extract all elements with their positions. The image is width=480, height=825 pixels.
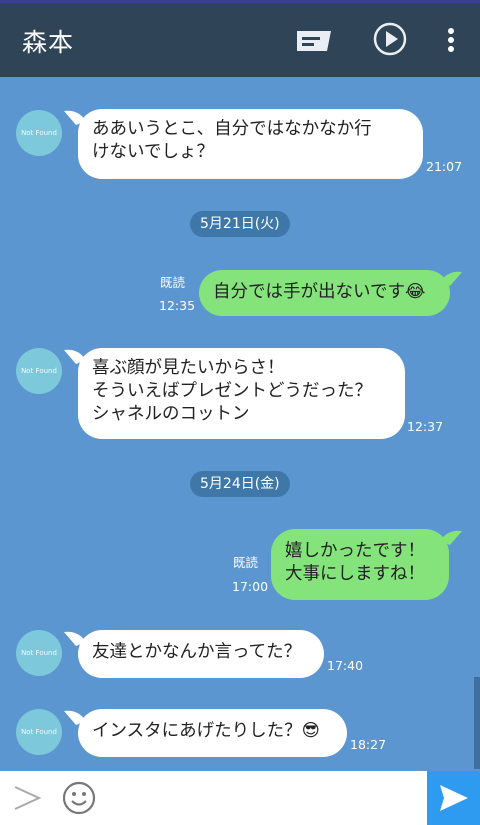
scrollbar[interactable] xyxy=(474,677,480,769)
date-separator: 5月24日(金) xyxy=(190,471,290,497)
input-bar xyxy=(0,771,480,825)
message-bubble[interactable]: 嬉しかったです！ 大事にしますね！ xyxy=(271,529,449,600)
message-time: 12:35 xyxy=(159,298,196,313)
read-receipt: 既読 xyxy=(160,275,186,290)
avatar[interactable]: Not Found xyxy=(16,110,62,156)
message-icon[interactable] xyxy=(296,29,332,57)
message-bubble[interactable]: 友達とかなんか言ってた？ xyxy=(78,630,324,678)
read-receipt: 既読 xyxy=(233,555,259,570)
avatar[interactable]: Not Found xyxy=(16,709,62,755)
message-time: 12:37 xyxy=(407,419,444,434)
chat-area[interactable]: Not Found ああいうとこ、自分ではなかなか行 けないでしょ？ 21:07… xyxy=(0,77,480,771)
emoji-icon[interactable] xyxy=(62,781,96,819)
chat-header: 森本 xyxy=(0,3,480,77)
bubble-tail xyxy=(440,530,462,545)
expand-icon[interactable] xyxy=(12,784,42,816)
send-icon xyxy=(438,783,470,817)
message-time: 17:00 xyxy=(232,579,269,594)
more-vert-icon[interactable] xyxy=(446,27,456,59)
message-bubble[interactable]: 喜ぶ顔が見たいからさ！ そういえばプレゼントどうだった？ シャネルのコットン xyxy=(78,348,405,439)
avatar[interactable]: Not Found xyxy=(16,348,62,394)
date-separator: 5月21日(火) xyxy=(190,211,290,237)
message-bubble[interactable]: 自分では手が出ないです😂 xyxy=(199,270,450,316)
message-bubble[interactable]: ああいうとこ、自分ではなかなか行 けないでしょ？ xyxy=(78,109,423,179)
message-time: 17:40 xyxy=(327,658,364,673)
message-bubble[interactable]: インスタにあげたりした？😎 xyxy=(78,709,347,757)
message-time: 18:27 xyxy=(350,737,387,752)
message-input[interactable] xyxy=(108,777,420,819)
avatar[interactable]: Not Found xyxy=(16,630,62,676)
play-icon[interactable] xyxy=(372,21,408,61)
chat-title: 森本 xyxy=(22,28,75,57)
message-time: 21:07 xyxy=(426,159,463,174)
bubble-tail xyxy=(440,271,462,286)
send-button[interactable] xyxy=(427,771,480,825)
